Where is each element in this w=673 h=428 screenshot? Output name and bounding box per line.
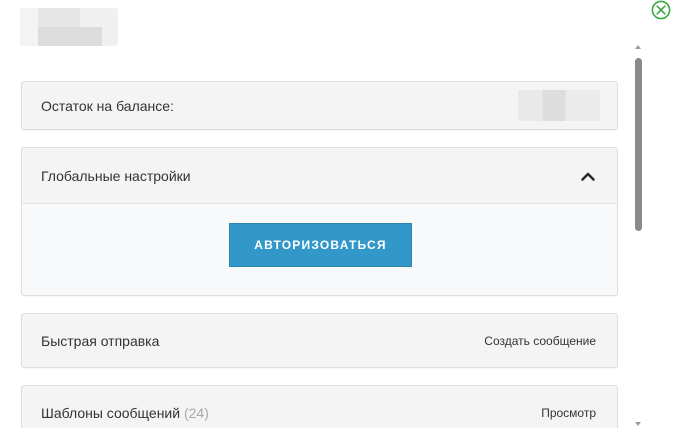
settings-popup: Остаток на балансе: Глобальные настройки…	[0, 0, 673, 428]
global-settings-title: Глобальные настройки	[41, 167, 191, 184]
quick-send-panel: Быстрая отправка Создать сообщение	[21, 313, 618, 368]
balance-value	[518, 90, 600, 121]
scroll-up-icon[interactable]	[635, 45, 641, 49]
chevron-up-icon[interactable]	[580, 170, 596, 182]
close-icon[interactable]	[651, 0, 671, 20]
logo	[20, 8, 118, 46]
global-settings-header[interactable]: Глобальные настройки	[22, 148, 617, 203]
balance-panel: Остаток на балансе:	[21, 81, 618, 130]
templates-title-wrap: Шаблоны сообщений (24)	[41, 405, 209, 421]
balance-label: Остаток на балансе:	[41, 97, 174, 114]
quick-send-title: Быстрая отправка	[41, 332, 160, 349]
authorize-button[interactable]: АВТОРИЗОВАТЬСЯ	[229, 223, 412, 267]
global-settings-panel: Глобальные настройки АВТОРИЗОВАТЬСЯ	[21, 147, 618, 296]
global-settings-body: АВТОРИЗОВАТЬСЯ	[22, 203, 617, 295]
templates-panel: Шаблоны сообщений (24) Просмотр	[21, 385, 618, 428]
scroll-down-icon[interactable]	[635, 422, 641, 426]
scrollbar-thumb[interactable]	[635, 58, 642, 231]
templates-title: Шаблоны сообщений	[41, 405, 181, 421]
view-templates-button[interactable]: Просмотр	[537, 401, 600, 425]
templates-count: (24)	[183, 405, 209, 421]
scrollbar[interactable]	[632, 38, 646, 428]
create-message-button[interactable]: Создать сообщение	[480, 328, 600, 353]
